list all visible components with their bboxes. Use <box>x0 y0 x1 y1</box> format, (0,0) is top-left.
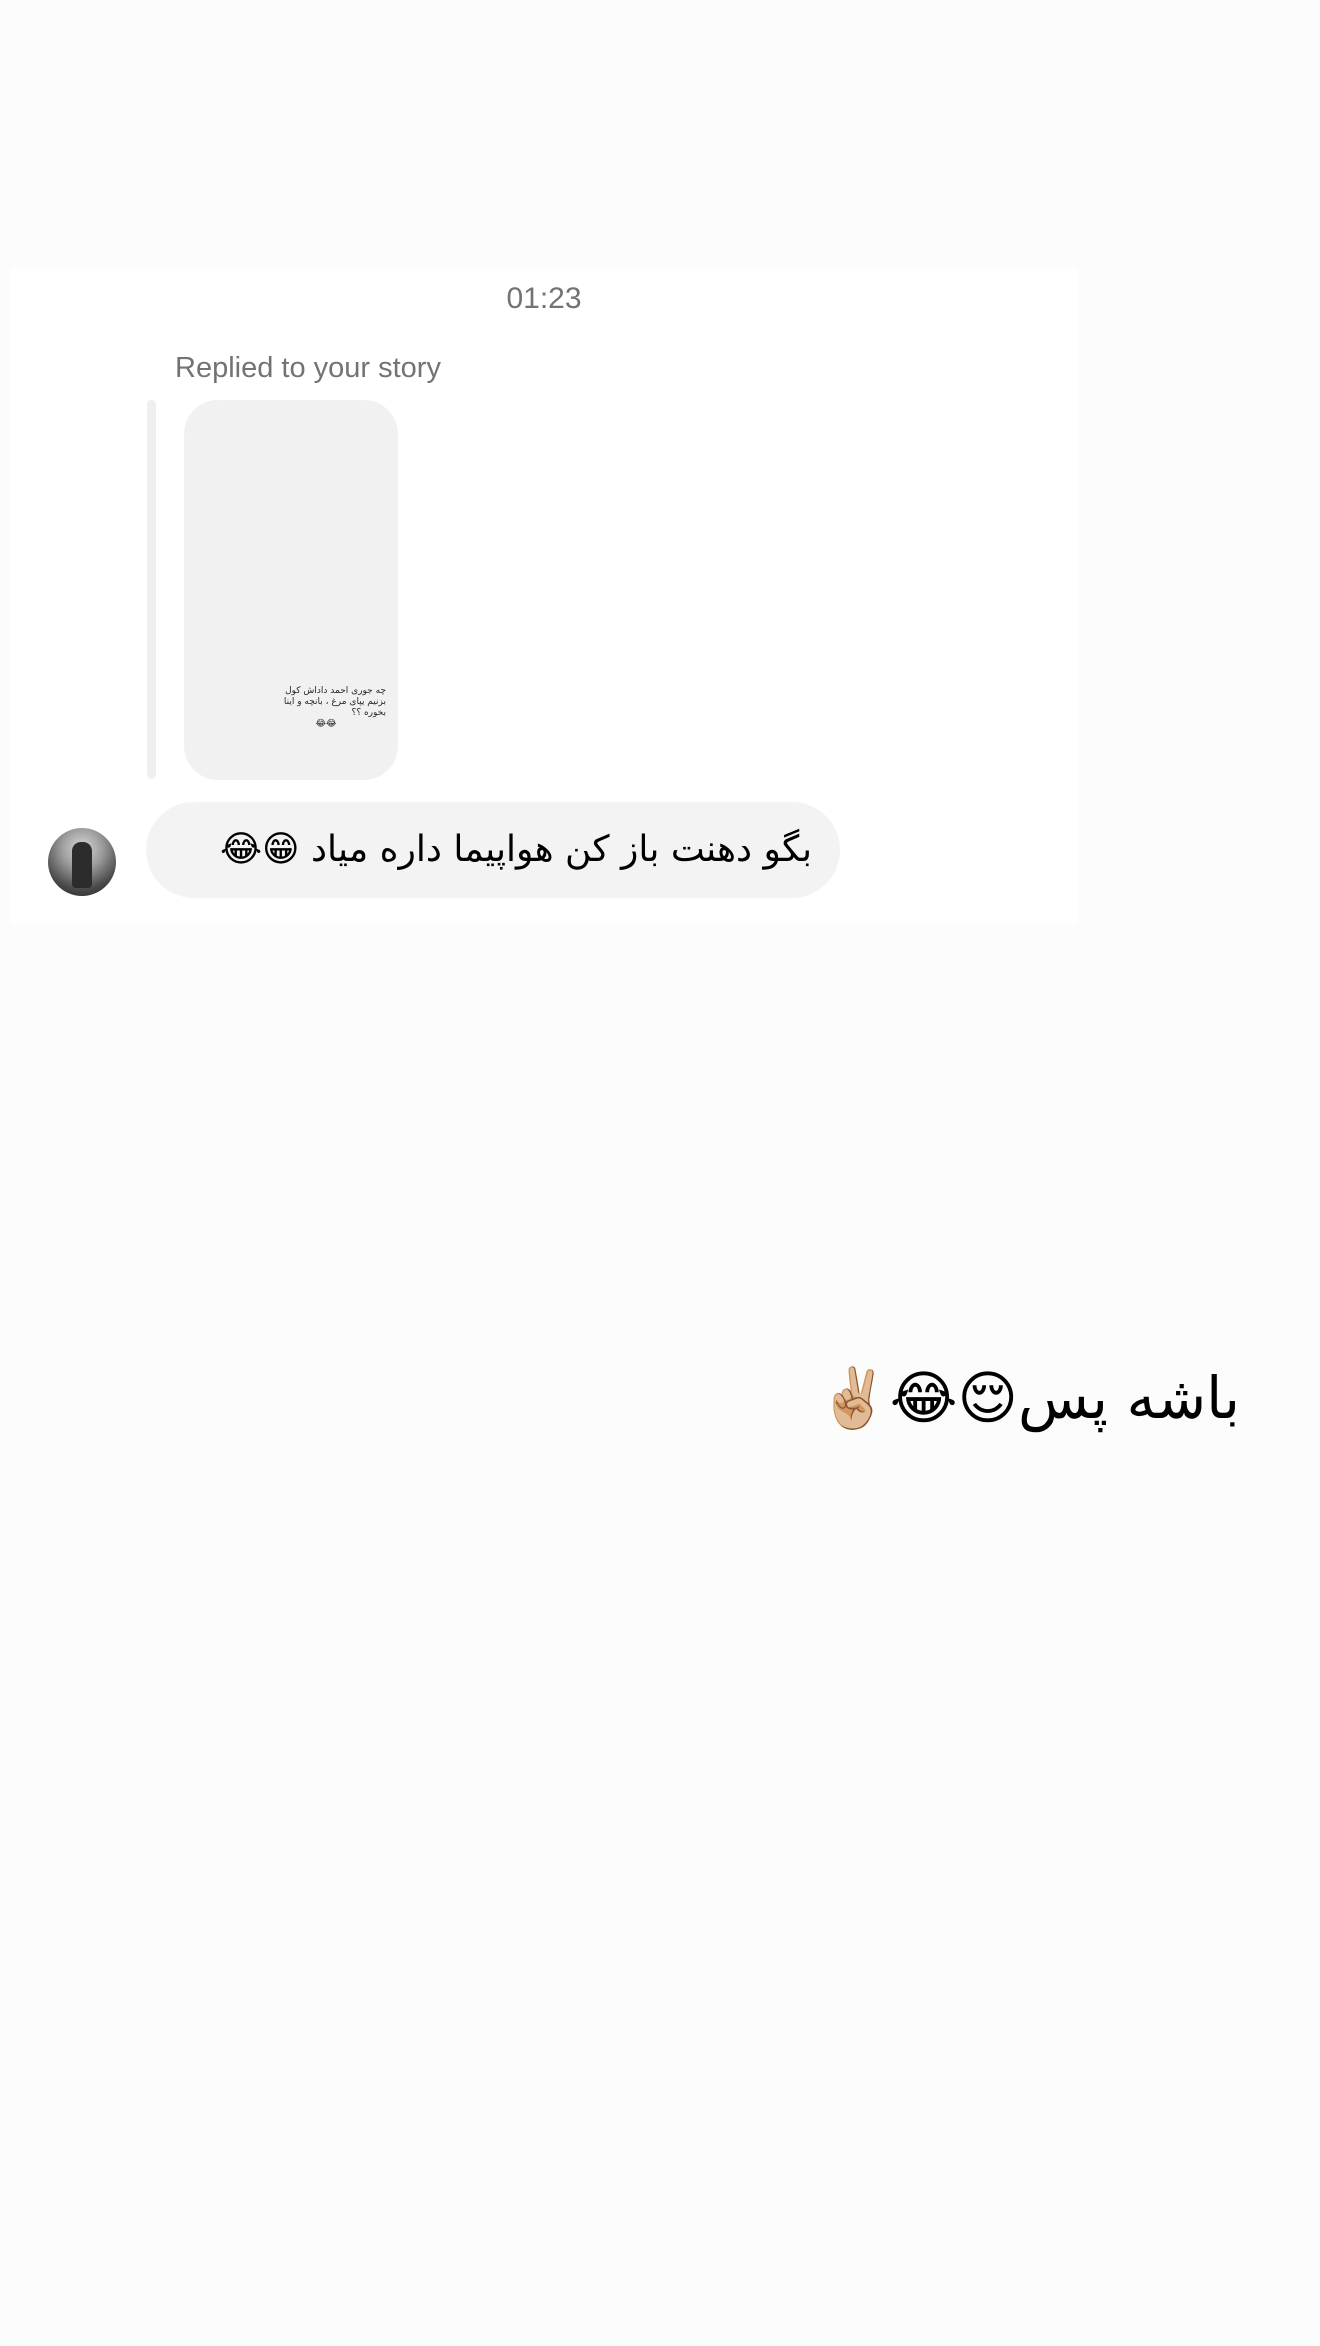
story-caption-text: چه جوری احمد داداش کول بزنیم یپای مرغ ، … <box>283 686 386 718</box>
avatar[interactable] <box>48 828 116 896</box>
story-caption: چه جوری احمد داداش کول بزنیم یپای مرغ ، … <box>266 686 386 730</box>
message-thread-card: 01:23 Replied to your story چه جوری احمد… <box>10 268 1078 924</box>
page: { "conversation": { "timestamp": "01:23"… <box>0 0 1320 2346</box>
story-caption-emoji: 😂😂 <box>315 719 337 729</box>
incoming-message-text: بگو دهنت باز کن هواپیما داره میاد 😁😂 <box>219 829 812 870</box>
avatar-figure-icon <box>72 842 92 888</box>
incoming-message-bubble[interactable]: بگو دهنت باز کن هواپیما داره میاد 😁😂 <box>146 802 840 898</box>
story-reply-label: Replied to your story <box>175 352 441 384</box>
story-thumbnail[interactable]: چه جوری احمد داداش کول بزنیم یپای مرغ ، … <box>184 400 398 780</box>
reply-quote-bar <box>147 400 156 779</box>
outgoing-message-text[interactable]: باشه پس😌😂✌🏼 <box>818 1356 1240 1440</box>
message-timestamp: 01:23 <box>506 282 582 315</box>
